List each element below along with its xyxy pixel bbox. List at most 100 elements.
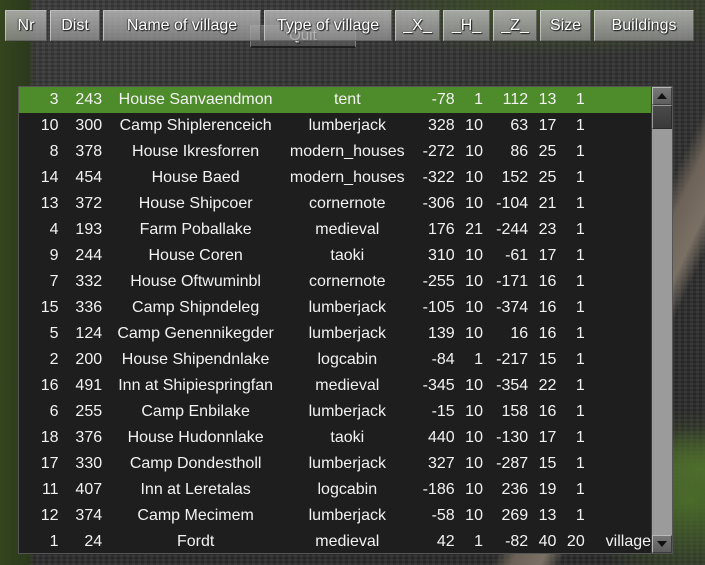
column-header-size-label: Size <box>549 16 582 34</box>
cell-buildings: 1 <box>575 404 585 420</box>
cell-size: 13 <box>538 508 557 524</box>
scroll-down-button[interactable] <box>652 535 672 553</box>
column-header-buildings[interactable]: Buildings <box>594 10 694 41</box>
column-header-type[interactable]: Type of village <box>264 10 392 41</box>
cell-x: 139 <box>428 326 455 342</box>
cell-type: modern_houses <box>289 170 405 186</box>
cell-dist: 255 <box>75 404 103 420</box>
cell-type: lumberjack <box>308 508 386 524</box>
cell-type: logcabin <box>317 352 378 368</box>
cell-type: lumberjack <box>308 456 386 472</box>
cell-type: medieval <box>315 378 380 394</box>
cell-h: 10 <box>465 326 483 342</box>
cell-nr: 11 <box>41 482 59 498</box>
cell-nr: 14 <box>40 170 59 186</box>
cell-extra: village <box>605 534 651 550</box>
cell-name: Camp Shipndeleg <box>132 300 260 316</box>
cell-x: 440 <box>428 430 455 446</box>
scroll-up-button[interactable] <box>652 87 672 105</box>
table-row[interactable]: 11 407 Inn at Leretalas logcabin -186 10 236 19… <box>19 477 651 503</box>
cell-size: 13 <box>538 92 557 108</box>
triangle-up-icon <box>657 93 667 99</box>
cell-nr: 10 <box>40 118 59 134</box>
cell-nr: 3 <box>49 92 59 108</box>
cell-size: 15 <box>538 456 557 472</box>
cell-buildings: 1 <box>575 300 585 316</box>
cell-dist: 336 <box>75 300 103 316</box>
cell-buildings: 1 <box>575 430 585 446</box>
table-row[interactable]: 13 372 House Shipcoer cornernote -306 10 -104 2… <box>19 191 651 217</box>
cell-dist: 330 <box>75 456 103 472</box>
cell-nr: 18 <box>40 430 59 446</box>
cell-name: House Ikresforren <box>132 144 260 160</box>
cell-nr: 8 <box>49 144 59 160</box>
cell-nr: 7 <box>49 274 59 290</box>
cell-x: -255 <box>422 274 455 290</box>
village-table-panel: 3 243 House Sanvaendmon tent -78 1 112 13 1 10 300… <box>18 86 673 554</box>
table-row[interactable]: 14 454 House Baed modern_houses -322 10 152 25 1 <box>19 165 651 191</box>
cell-dist: 332 <box>75 274 103 290</box>
column-header-dist[interactable]: Dist <box>50 10 100 41</box>
table-row[interactable]: 16 491 Inn at Shipiespringfan medieval -345 1… <box>19 373 651 399</box>
cell-nr: 6 <box>49 404 59 420</box>
column-header-size[interactable]: Size <box>540 10 591 41</box>
scrollbar-track[interactable] <box>652 129 672 535</box>
cell-buildings: 1 <box>575 170 585 186</box>
cell-x: -105 <box>422 300 455 316</box>
cell-nr: 17 <box>40 456 59 472</box>
table-row[interactable]: 10 300 Camp Shiplerenceich lumberjack 328 10 6… <box>19 113 651 139</box>
table-row[interactable]: 8 378 House Ikresforren modern_houses -272 10… <box>19 139 651 165</box>
cell-nr: 15 <box>40 300 59 316</box>
cell-name: House Baed <box>151 170 240 186</box>
cell-z: 236 <box>501 482 529 498</box>
table-row[interactable]: 5 124 Camp Genennikegder lumberjack 139 10 16 1… <box>19 321 651 347</box>
cell-z: -374 <box>496 300 529 316</box>
table-row[interactable]: 1 24 Fordt medieval 42 1 -82 40 20 village <box>19 529 651 553</box>
cell-type: lumberjack <box>308 300 386 316</box>
table-row[interactable]: 6 255 Camp Enbilake lumberjack -15 10 158 16 1 <box>19 399 651 425</box>
cell-dist: 454 <box>75 170 103 186</box>
cell-type: cornernote <box>309 196 386 212</box>
column-header-x[interactable]: _X_ <box>395 10 440 41</box>
column-header-z-label: _Z_ <box>501 16 529 34</box>
cell-buildings: 1 <box>575 248 585 264</box>
cell-x: -306 <box>422 196 455 212</box>
table-row[interactable]: 15 336 Camp Shipndeleg lumberjack -105 10 -374… <box>19 295 651 321</box>
cell-size: 40 <box>538 534 557 550</box>
cell-type: medieval <box>315 222 380 238</box>
cell-size: 16 <box>538 274 557 290</box>
scrollbar-thumb[interactable] <box>652 105 672 129</box>
cell-size: 22 <box>538 378 557 394</box>
column-header-z[interactable]: _Z_ <box>493 10 537 41</box>
cell-dist: 200 <box>75 352 103 368</box>
cell-h: 1 <box>474 534 483 550</box>
cell-h: 10 <box>465 248 483 264</box>
cell-x: -186 <box>422 482 455 498</box>
table-row[interactable]: 7 332 House Oftwuminbl cornernote -255 10 -171… <box>19 269 651 295</box>
cell-buildings: 1 <box>575 196 585 212</box>
cell-dist: 378 <box>75 144 103 160</box>
cell-name: Farm Poballake <box>139 222 252 238</box>
cell-nr: 9 <box>49 248 59 264</box>
column-header-name[interactable]: Name of village <box>103 10 261 41</box>
cell-h: 10 <box>465 456 483 472</box>
cell-h: 10 <box>465 378 483 394</box>
table-row[interactable]: 3 243 House Sanvaendmon tent -78 1 112 13 1 <box>19 87 651 113</box>
vertical-scrollbar[interactable] <box>651 87 672 553</box>
column-header-nr[interactable]: Nr <box>5 10 47 41</box>
column-header-h[interactable]: _H_ <box>443 10 490 41</box>
cell-dist: 372 <box>75 196 103 212</box>
table-row[interactable]: 4 193 Farm Poballake medieval 176 21 -244 23 1 <box>19 217 651 243</box>
cell-name: House Hudonnlake <box>127 430 264 446</box>
cell-name: House Coren <box>148 248 243 264</box>
cell-x: -322 <box>422 170 455 186</box>
table-row[interactable]: 17 330 Camp Dondestholl lumberjack 327 10 -287… <box>19 451 651 477</box>
cell-name: Inn at Shipiespringfan <box>118 378 274 394</box>
cell-type: lumberjack <box>308 118 386 134</box>
cell-name: Camp Dondestholl <box>129 456 262 472</box>
table-row[interactable]: 9 244 House Coren taoki 310 10 -61 17 1 <box>19 243 651 269</box>
table-row[interactable]: 12 374 Camp Mecimem lumberjack -58 10 269 13 1 <box>19 503 651 529</box>
table-row[interactable]: 18 376 House Hudonnlake taoki 440 10 -130 17 1 <box>19 425 651 451</box>
table-row[interactable]: 2 200 House Shipendnlake logcabin -84 1 -217 15… <box>19 347 651 373</box>
cell-size: 21 <box>538 196 557 212</box>
